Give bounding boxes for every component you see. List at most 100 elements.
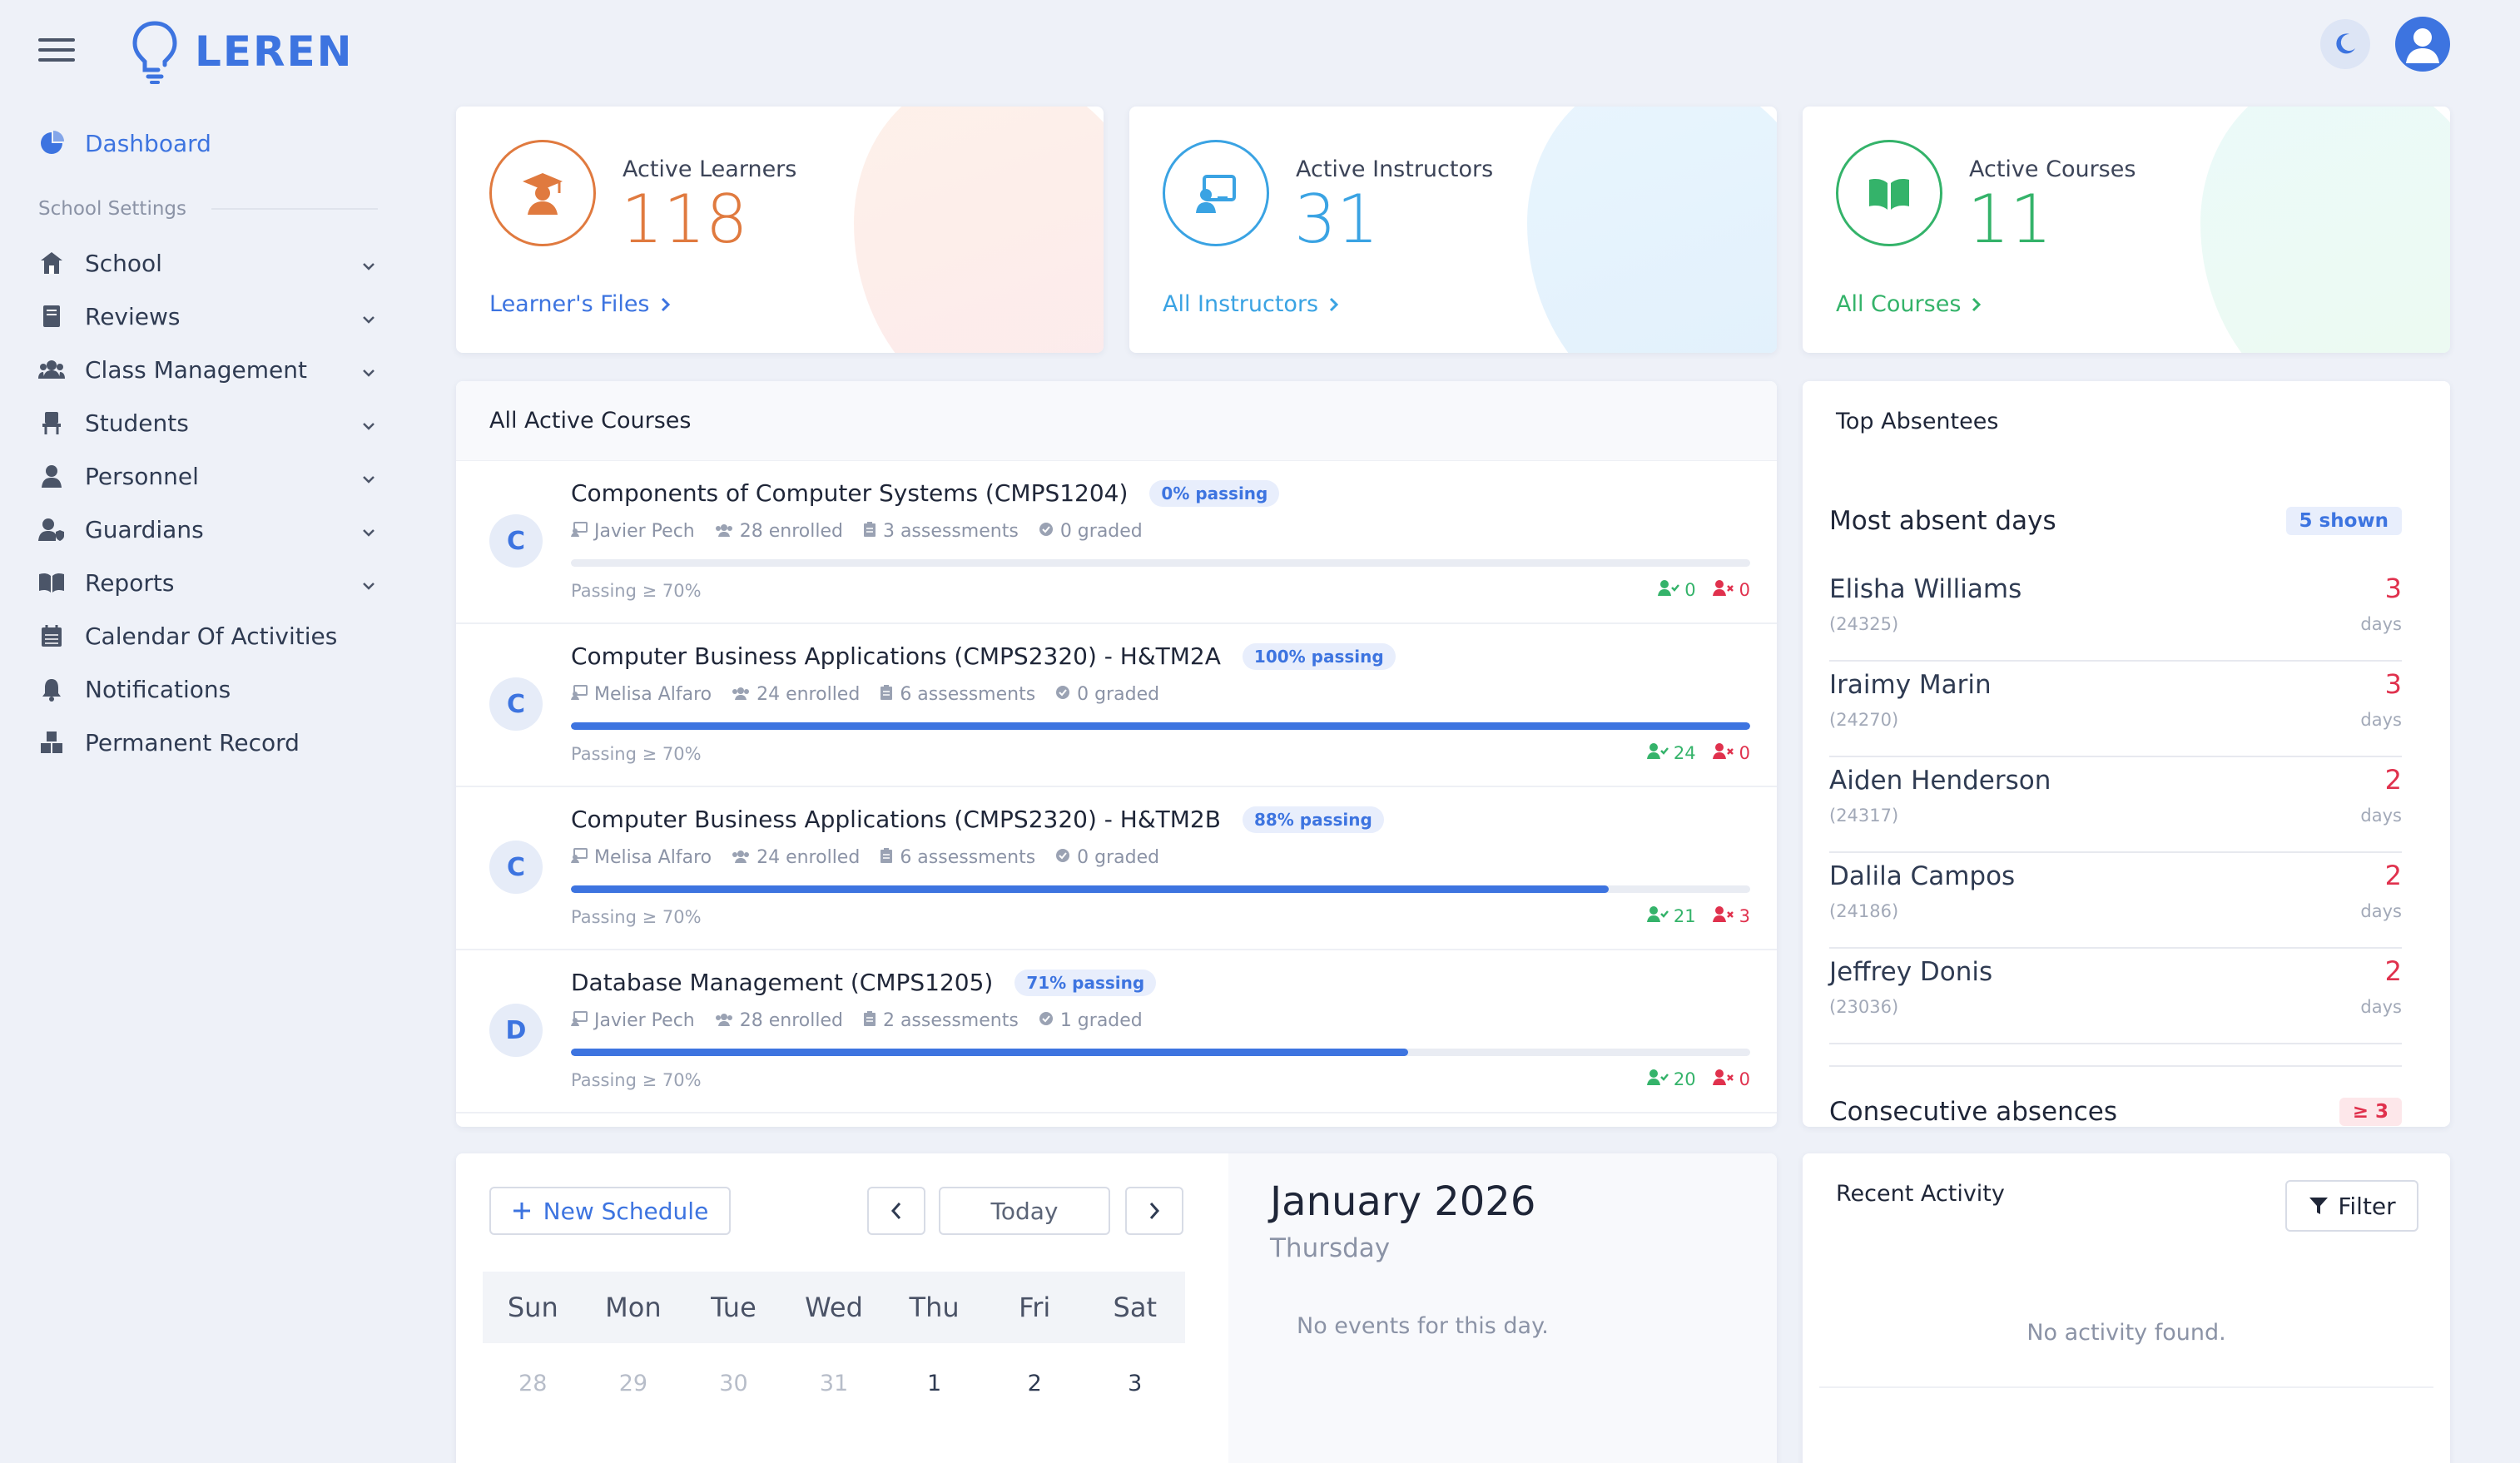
sidebar-item-label: Dashboard [85, 129, 211, 157]
active-courses-card: All Active Courses C Components of Compu… [456, 381, 1777, 1127]
calendar-day[interactable]: 31 [784, 1350, 885, 1416]
sidebar-item-reports[interactable]: Reports [38, 556, 378, 609]
sidebar-item-class-management[interactable]: Class Management [38, 343, 378, 396]
all-courses-link[interactable]: All Courses [1836, 291, 1982, 317]
chevron-down-icon [360, 467, 378, 485]
instructor-icon [571, 847, 588, 868]
filter-button[interactable]: Filter [2285, 1180, 2418, 1232]
sidebar-item-calendar-of-activities[interactable]: Calendar Of Activities [38, 609, 378, 662]
graded-count: 0 graded [1077, 847, 1160, 868]
new-schedule-button[interactable]: New Schedule [489, 1187, 731, 1235]
button-label: Filter [2338, 1192, 2396, 1220]
student-name: Iraimy Marin [1829, 670, 1992, 700]
instructor-icon [571, 1010, 588, 1031]
button-label: Today [990, 1197, 1059, 1225]
calendar-day[interactable]: 1 [884, 1350, 985, 1416]
sidebar-item-dashboard[interactable]: Dashboard [38, 117, 378, 170]
calendar-day[interactable]: 2 [985, 1350, 1085, 1416]
selected-weekday: Thursday [1270, 1233, 1391, 1263]
dark-mode-toggle[interactable] [2320, 19, 2370, 69]
student-name: Elisha Williams [1829, 574, 2022, 604]
sidebar-item-notifications[interactable]: Notifications [38, 662, 378, 716]
user-icon [2406, 28, 2439, 63]
clipboard-icon [863, 1010, 876, 1031]
school-icon [38, 250, 65, 276]
sidebar-item-label: Class Management [85, 355, 308, 384]
book-icon [38, 303, 65, 330]
section-title: Most absent days [1829, 506, 2056, 536]
today-button[interactable]: Today [939, 1187, 1110, 1235]
stat-value: 31 [1294, 181, 1379, 258]
course-row[interactable]: C Components of Computer Systems (CMPS12… [456, 461, 1777, 624]
absent-days-count: 2 [2384, 955, 2402, 987]
assessment-count: 6 assessments [900, 684, 1036, 705]
open-book-icon [1836, 140, 1942, 246]
student-name: Aiden Henderson [1829, 766, 2051, 796]
absentee-row[interactable]: Iraimy Marin (24270) 3 days [1829, 662, 2402, 757]
user-avatar[interactable] [2395, 17, 2450, 72]
next-month-button[interactable] [1125, 1187, 1183, 1235]
sidebar-item-permanent-record[interactable]: Permanent Record [38, 716, 378, 769]
absentee-list: Elisha Williams (24325) 3 days Iraimy Ma… [1829, 566, 2402, 1044]
calendar-day[interactable]: 28 [483, 1350, 583, 1416]
chevron-down-icon [360, 520, 378, 538]
bell-icon [38, 676, 65, 702]
pass-fail-counts: 0 0 [1658, 579, 1750, 600]
menu-toggle-icon[interactable] [38, 38, 75, 63]
chevron-left-icon [890, 1203, 901, 1219]
prev-month-button[interactable] [867, 1187, 925, 1235]
course-title-text: Database Management (CMPS1205) [571, 969, 994, 996]
user-x-icon [1712, 905, 1734, 926]
student-id: (24317) [1829, 806, 1899, 826]
all-instructors-link[interactable]: All Instructors [1163, 291, 1340, 317]
course-row[interactable]: C Computer Business Applications (CMPS23… [456, 624, 1777, 787]
calendar-day[interactable]: 29 [583, 1350, 684, 1416]
sidebar-item-personnel[interactable]: Personnel [38, 449, 378, 503]
calendar-day[interactable]: 30 [683, 1350, 784, 1416]
calendar-day[interactable]: 3 [1084, 1350, 1185, 1416]
failed-count: 0 [1739, 1069, 1750, 1089]
weekday-label: Sun [507, 1292, 558, 1323]
link-label: All Instructors [1163, 291, 1319, 317]
course-meta: Melisa Alfaro 24 enrolled 6 assessments … [571, 684, 1159, 705]
stat-card-learners: Active Learners 118 Learner's Files [456, 107, 1104, 353]
course-row[interactable]: D Database Management (CMPS1205) 71% pas… [456, 950, 1777, 1113]
sidebar-item-school[interactable]: School [38, 236, 378, 290]
top-absentees-card: Top Absentees Most absent days 5 shown E… [1803, 381, 2450, 1127]
absentee-row[interactable]: Jeffrey Donis (23036) 2 days [1829, 949, 2402, 1044]
clipboard-icon [863, 521, 876, 542]
clipboard-icon [880, 684, 893, 705]
student-id: (23036) [1829, 997, 1899, 1017]
check-circle-icon [1055, 847, 1070, 868]
users-icon [715, 521, 733, 542]
sidebar-item-students[interactable]: Students [38, 396, 378, 449]
user-x-icon [1712, 579, 1734, 600]
weekday-label: Tue [711, 1292, 756, 1323]
moon-icon [2336, 33, 2355, 54]
course-title-text: Computer Business Applications (CMPS2320… [571, 642, 1221, 670]
sidebar-nav-list: School Reviews Class Management Students Per… [38, 236, 378, 769]
passing-threshold: Passing ≥ 70% [571, 1070, 702, 1090]
learners-files-link[interactable]: Learner's Files [489, 291, 672, 317]
chevron-right-icon [1149, 1203, 1160, 1219]
threshold-badge: ≥ 3 [2339, 1098, 2402, 1126]
instructor-icon [1163, 140, 1269, 246]
absentee-row[interactable]: Elisha Williams (24325) 3 days [1829, 566, 2402, 662]
graded-count: 0 graded [1077, 684, 1160, 705]
instructor-name: Javier Pech [594, 1010, 695, 1031]
absent-days-count: 3 [2384, 668, 2402, 700]
course-list: C Components of Computer Systems (CMPS12… [456, 461, 1777, 1113]
most-absent-header: Most absent days 5 shown [1829, 506, 2402, 536]
sidebar-item-reviews[interactable]: Reviews [38, 290, 378, 343]
sidebar-item-guardians[interactable]: Guardians [38, 503, 378, 556]
absentee-row[interactable]: Aiden Henderson (24317) 2 days [1829, 757, 2402, 853]
absentee-row[interactable]: Dalila Campos (24186) 2 days [1829, 853, 2402, 949]
stat-label: Active Instructors [1296, 156, 1494, 182]
app-logo[interactable]: LEREN [130, 18, 354, 85]
weekday-label: Fri [1019, 1292, 1051, 1323]
filter-icon [2309, 1198, 2329, 1214]
users-icon [732, 684, 750, 705]
course-avatar: C [489, 841, 543, 894]
course-row[interactable]: C Computer Business Applications (CMPS23… [456, 787, 1777, 950]
user-check-icon [1658, 579, 1680, 600]
